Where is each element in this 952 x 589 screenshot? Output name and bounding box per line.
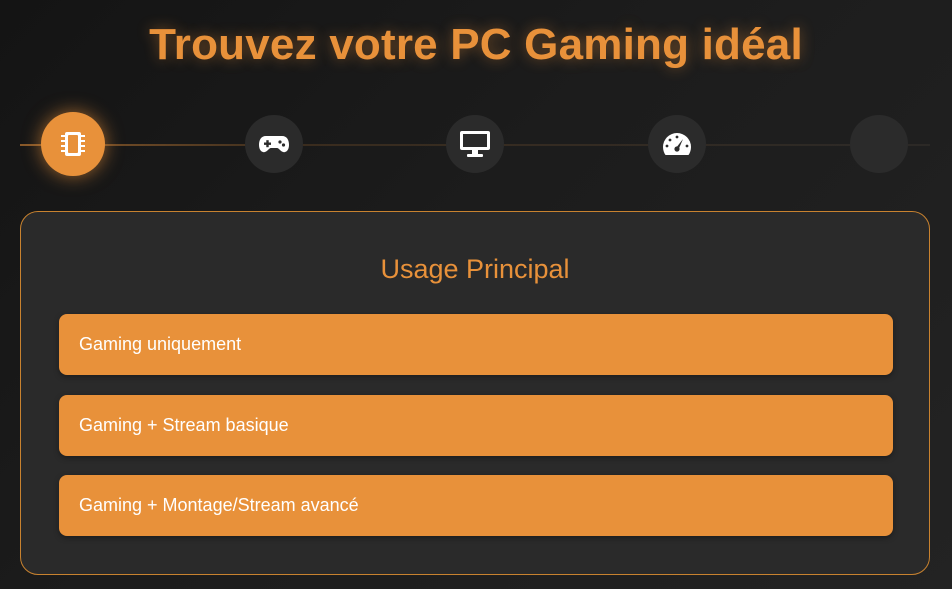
option-gaming-stream-basic[interactable]: Gaming + Stream basique — [59, 395, 893, 456]
step-gamepad[interactable] — [245, 115, 303, 173]
question-title: Usage Principal — [380, 254, 570, 284]
page-title: Trouvez votre PC Gaming idéal — [149, 20, 803, 69]
speedometer-icon — [661, 131, 693, 157]
gamepad-icon — [258, 134, 290, 154]
option-gaming-only[interactable]: Gaming uniquement — [59, 314, 893, 375]
question-card: Usage Principal Gaming uniquement Gaming… — [20, 211, 930, 575]
option-label: Gaming uniquement — [79, 334, 242, 354]
step-empty[interactable] — [850, 115, 908, 173]
option-label: Gaming + Stream basique — [79, 415, 289, 435]
option-label: Gaming + Montage/Stream avancé — [79, 495, 359, 515]
option-gaming-editing-stream-advanced[interactable]: Gaming + Montage/Stream avancé — [59, 475, 893, 536]
step-cpu[interactable] — [41, 112, 105, 176]
step-performance[interactable] — [648, 115, 706, 173]
cpu-chip-icon — [60, 129, 86, 159]
step-monitor[interactable] — [446, 115, 504, 173]
monitor-icon — [459, 130, 491, 158]
